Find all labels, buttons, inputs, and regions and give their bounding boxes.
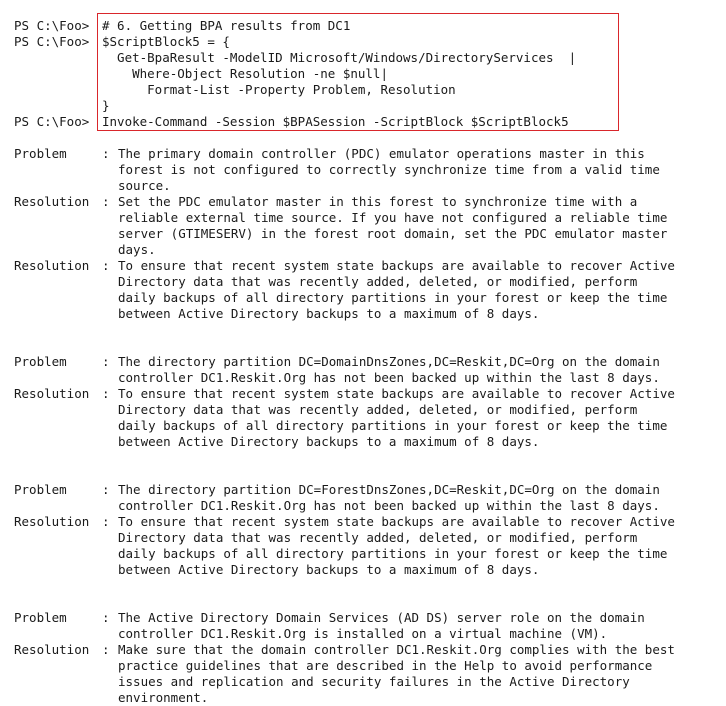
resolution-label: Resolution: [14, 514, 90, 529]
highlight-box: [97, 13, 619, 131]
resolution-text: Directory data that was recently added, …: [118, 530, 638, 545]
resolution-text: practice guidelines that are described i…: [118, 658, 653, 673]
resolution-text: reliable external time source. If you ha…: [118, 210, 668, 225]
resolution-text: between Active Directory backups to a ma…: [118, 562, 540, 577]
separator: :: [102, 610, 110, 625]
resolution-text: days.: [118, 242, 156, 257]
resolution-label: Resolution: [14, 258, 90, 273]
resolution-text: Directory data that was recently added, …: [118, 402, 638, 417]
problem-text: controller DC1.Reskit.Org has not been b…: [118, 498, 660, 513]
resolution-text: daily backups of all directory partition…: [118, 418, 668, 433]
separator: :: [102, 482, 110, 497]
separator: :: [102, 258, 110, 273]
prompt: PS C:\Foo>: [14, 114, 90, 129]
problem-text: The Active Directory Domain Services (AD…: [118, 610, 645, 625]
resolution-text: To ensure that recent system state backu…: [118, 514, 675, 529]
problem-text: The directory partition DC=ForestDnsZone…: [118, 482, 660, 497]
problem-text: controller DC1.Reskit.Org has not been b…: [118, 370, 660, 385]
resolution-label: Resolution: [14, 642, 90, 657]
resolution-text: between Active Directory backups to a ma…: [118, 434, 540, 449]
separator: :: [102, 386, 110, 401]
resolution-text: between Active Directory backups to a ma…: [118, 306, 540, 321]
resolution-text: daily backups of all directory partition…: [118, 546, 668, 561]
resolution-text: issues and replication and security fail…: [118, 674, 630, 689]
problem-label: Problem: [14, 354, 67, 369]
separator: :: [102, 514, 110, 529]
problem-text: The directory partition DC=DomainDnsZone…: [118, 354, 660, 369]
resolution-text: Set the PDC emulator master in this fore…: [118, 194, 638, 209]
problem-label: Problem: [14, 482, 67, 497]
resolution-text: Directory data that was recently added, …: [118, 274, 638, 289]
resolution-text: environment.: [118, 690, 209, 705]
problem-label: Problem: [14, 610, 67, 625]
resolution-label: Resolution: [14, 386, 90, 401]
resolution-label: Resolution: [14, 194, 90, 209]
problem-label: Problem: [14, 146, 67, 161]
resolution-text: To ensure that recent system state backu…: [118, 386, 675, 401]
separator: :: [102, 146, 110, 161]
prompt: PS C:\Foo>: [14, 18, 90, 33]
resolution-text: server (GTIMESERV) in the forest root do…: [118, 226, 668, 241]
resolution-text: To ensure that recent system state backu…: [118, 258, 675, 273]
separator: :: [102, 194, 110, 209]
resolution-text: Make sure that the domain controller DC1…: [118, 642, 675, 657]
problem-text: forest is not configured to correctly sy…: [118, 162, 660, 177]
separator: :: [102, 642, 110, 657]
problem-text: controller DC1.Reskit.Org is installed o…: [118, 626, 608, 641]
separator: :: [102, 354, 110, 369]
resolution-text: daily backups of all directory partition…: [118, 290, 668, 305]
problem-text: source.: [118, 178, 171, 193]
problem-text: The primary domain controller (PDC) emul…: [118, 146, 645, 161]
prompt: PS C:\Foo>: [14, 34, 90, 49]
